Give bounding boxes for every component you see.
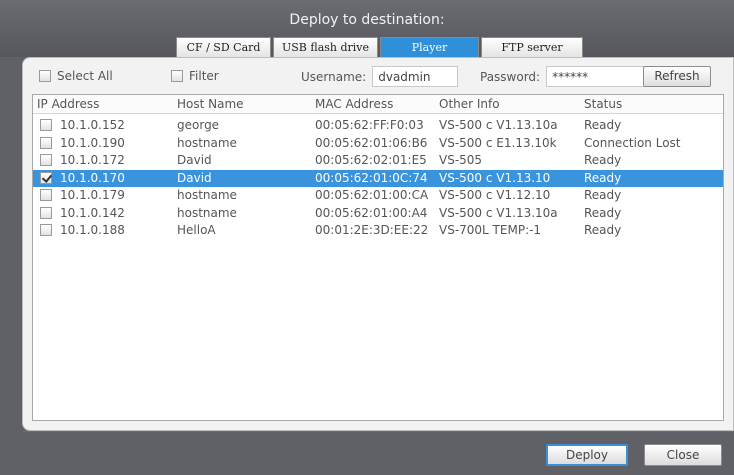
table-row[interactable]: 10.1.0.179 hostname 00:05:62:01:00:CA VS-50… [33,187,723,204]
row-checkbox[interactable] [40,119,52,131]
cell-mac: 00:05:62:01:06:B6 [315,135,428,150]
close-button[interactable]: Close [644,444,722,466]
cell-mac: 00:01:2E:3D:EE:22 [315,223,429,237]
row-checkbox[interactable] [40,171,52,184]
cell-status: Ready [584,170,622,185]
table-row[interactable]: 10.1.0.142 hostname 00:05:62:01:00:A4 VS-50… [33,205,723,222]
cell-host: hostname [177,188,237,202]
tab-usb-flash-drive[interactable]: USB flash drive [273,37,378,57]
dialog-header: Deploy to destination: CF / SD Card USB … [0,0,734,57]
password-group: Password: [480,66,657,87]
cell-info: VS-700L TEMP:-1 [439,223,542,237]
row-checkbox[interactable] [40,224,52,236]
cell-status: Ready [584,153,622,167]
cell-host: hostname [177,205,237,220]
cell-info: VS-500 c V1.12.10 [439,188,551,202]
footer-divider [22,431,734,432]
row-checkbox[interactable] [40,136,52,149]
cell-ip: 10.1.0.190 [60,135,125,150]
cell-status: Connection Lost [584,135,681,150]
table-row[interactable]: 10.1.0.170 David 00:05:62:01:0C:74 VS-500 c… [33,169,723,187]
filter-option[interactable]: Filter [171,69,219,83]
username-label: Username: [301,69,367,84]
cell-ip: 10.1.0.172 [60,153,125,167]
cell-mac: 00:05:62:FF:F0:03 [315,118,424,132]
row-checkbox[interactable] [40,206,52,219]
password-input[interactable] [546,66,657,87]
username-group: Username: [301,66,459,87]
table-row[interactable]: 10.1.0.172 David 00:05:62:02:01:E5 VS-505 Re… [33,152,723,169]
player-panel: Select All Filter Username: Password: Re… [22,57,734,431]
tab-ftp-server[interactable]: FTP server [481,37,583,57]
cell-host: george [177,118,220,132]
refresh-button[interactable]: Refresh [643,66,711,87]
cell-mac: 00:05:62:01:00:CA [315,188,429,202]
table-row[interactable]: 10.1.0.188 HelloA 00:01:2E:3D:EE:22 VS-700L… [33,222,723,239]
password-label: Password: [480,69,541,84]
cell-ip: 10.1.0.188 [60,223,125,237]
column-header-status[interactable]: Status [584,97,622,111]
deploy-button[interactable]: Deploy [546,444,628,466]
column-header-host[interactable]: Host Name [177,97,244,111]
tab-player[interactable]: Player [380,37,479,57]
tab-cf-sd-card[interactable]: CF / SD Card [176,37,271,57]
row-checkbox[interactable] [40,154,52,166]
cell-host: hostname [177,135,237,150]
table-row[interactable]: 10.1.0.152 george 00:05:62:FF:F0:03 VS-500 … [33,117,723,134]
cell-host: David [177,153,212,167]
toolbar: Select All Filter Username: Password: Re… [23,58,734,94]
table-row[interactable]: 10.1.0.190 hostname 00:05:62:01:06:B6 VS-50… [33,135,723,152]
select-all-checkbox[interactable] [39,70,51,82]
cell-status: Ready [584,118,622,132]
cell-ip: 10.1.0.170 [60,170,125,185]
select-all-label: Select All [57,69,113,83]
cell-info: VS-500 c V1.13.10a [439,118,558,132]
cell-status: Ready [584,205,622,220]
cell-status: Ready [584,223,622,237]
row-checkbox[interactable] [40,189,52,201]
cell-info: VS-500 c V1.13.10a [439,205,558,220]
cell-ip: 10.1.0.179 [60,188,125,202]
cell-host: David [177,170,212,185]
column-header-info[interactable]: Other Info [439,97,500,111]
column-header-ip[interactable]: IP Address [37,97,99,111]
cell-info: VS-500 c V1.13.10 [439,170,551,185]
filter-label: Filter [189,69,219,83]
cell-info: VS-505 [439,153,483,167]
filter-checkbox[interactable] [171,70,183,82]
cell-ip: 10.1.0.142 [60,205,125,220]
cell-ip: 10.1.0.152 [60,118,125,132]
cell-mac: 00:05:62:01:0C:74 [315,170,428,185]
cell-mac: 00:05:62:01:00:A4 [315,205,428,220]
device-list[interactable]: IP Address Host Name MAC Address Other I… [32,94,724,421]
cell-info: VS-500 c E1.13.10k [439,135,557,150]
cell-host: HelloA [177,223,216,237]
column-header-mac[interactable]: MAC Address [315,97,393,111]
select-all-option[interactable]: Select All [39,69,113,83]
cell-status: Ready [584,188,622,202]
list-header: IP Address Host Name MAC Address Other I… [33,95,723,114]
cell-mac: 00:05:62:02:01:E5 [315,153,427,167]
dialog-title: Deploy to destination: [289,12,445,28]
username-input[interactable] [372,66,459,87]
